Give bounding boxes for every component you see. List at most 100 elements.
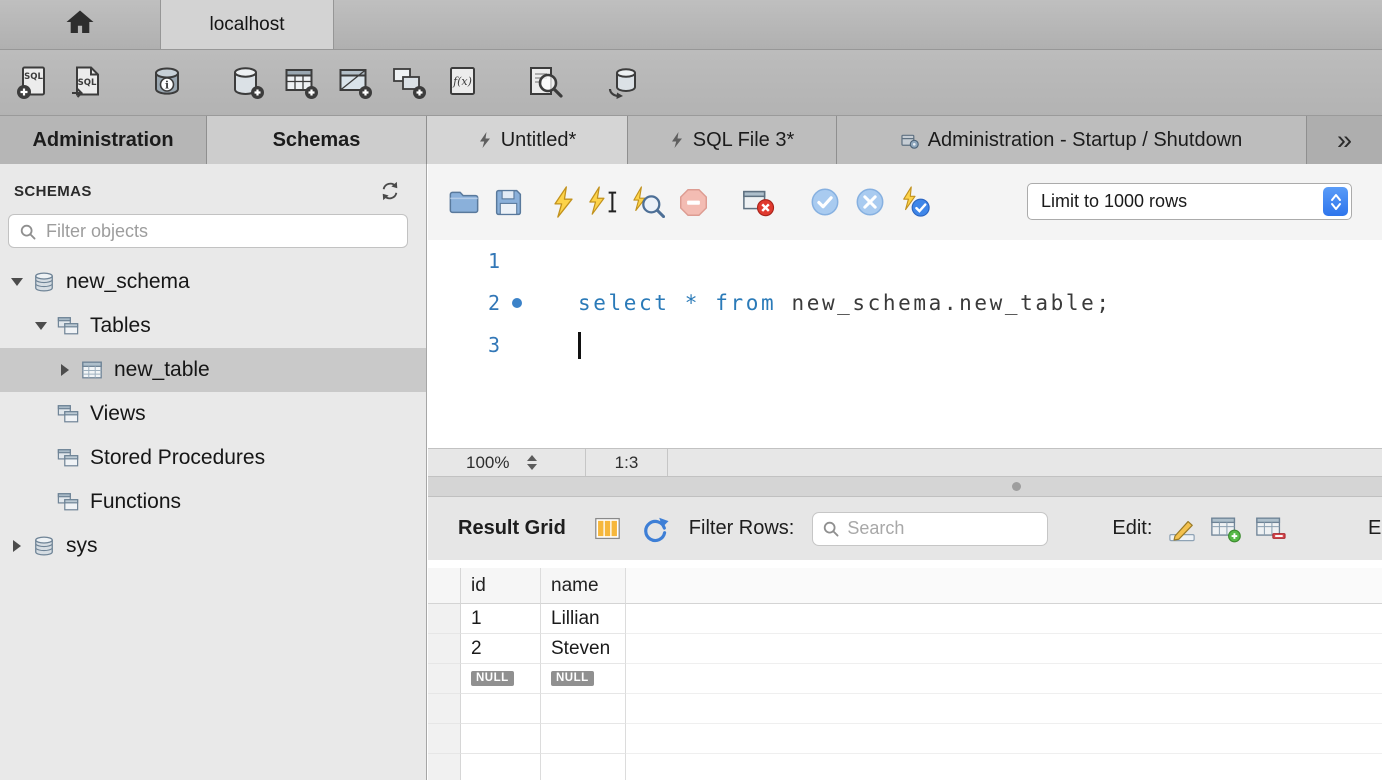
- search-data-button[interactable]: [522, 58, 568, 108]
- empty-cell[interactable]: [541, 724, 626, 754]
- cell-name[interactable]: NULL: [541, 664, 626, 694]
- refresh-results-button[interactable]: [641, 515, 669, 543]
- empty-cell[interactable]: [461, 754, 541, 780]
- tree-item-new_table[interactable]: new_table: [0, 348, 426, 392]
- editor-tab-1[interactable]: Untitled*: [427, 116, 628, 164]
- tree-item-label: Views: [90, 402, 146, 425]
- row-gutter-header[interactable]: [428, 568, 461, 604]
- sidebar-tab-schemas[interactable]: Schemas: [207, 116, 427, 164]
- tree-item-Tables[interactable]: Tables: [0, 304, 426, 348]
- cell-name[interactable]: Lillian: [541, 604, 626, 634]
- filter-rows-input[interactable]: [812, 511, 1049, 546]
- code-line-2[interactable]: 2 select * from new_schema. new_table;: [428, 282, 1382, 324]
- editor-tab-3[interactable]: Administration - Startup / Shutdown: [837, 116, 1307, 164]
- sql-code-editor[interactable]: 1 2 select * from new_schema. new_table; 3: [428, 240, 1382, 448]
- export-label-truncated: E: [1368, 517, 1382, 539]
- limit-rows-value: Limit to 1000 rows: [1041, 191, 1188, 211]
- new-sql-tab-button[interactable]: SQL: [10, 58, 56, 108]
- collapse-arrow-icon[interactable]: [8, 278, 26, 286]
- views-icon: [56, 403, 82, 425]
- explain-button[interactable]: [631, 186, 665, 218]
- commit-button[interactable]: [809, 186, 841, 218]
- schema-inspector-button[interactable]: i: [144, 58, 190, 108]
- line-number: 2: [487, 291, 500, 315]
- collapse-arrow-icon[interactable]: [32, 322, 50, 330]
- row-gutter[interactable]: [428, 634, 461, 664]
- delete-row-icon: [1256, 517, 1286, 539]
- filter-objects-input[interactable]: [8, 214, 408, 248]
- cell-id[interactable]: 1: [461, 604, 541, 634]
- column-header-name[interactable]: name: [541, 568, 626, 604]
- refresh-schemas-icon[interactable]: [380, 181, 400, 201]
- tree-item-label: sys: [66, 534, 98, 557]
- svg-text:SQL: SQL: [24, 72, 43, 82]
- home-tab[interactable]: [0, 0, 160, 49]
- zoom-level: 100%: [466, 452, 510, 472]
- create-table-button[interactable]: [278, 58, 324, 108]
- tree-item-Functions[interactable]: Functions: [0, 480, 426, 524]
- editor-tab-2[interactable]: SQL File 3*: [628, 116, 837, 164]
- cell-id[interactable]: NULL: [461, 664, 541, 694]
- sidebar-tab-label: Schemas: [272, 128, 361, 151]
- grid-row: 2 Steven: [428, 634, 1382, 664]
- empty-cell[interactable]: [541, 694, 626, 724]
- statement-marker: [500, 298, 534, 308]
- editor-tabbar: Untitled* SQL File 3* Administration - Sta…: [427, 116, 1307, 164]
- limit-rows-dropdown[interactable]: Limit to 1000 rows: [1027, 183, 1352, 220]
- cursor-position: 1:3: [586, 449, 668, 476]
- open-script-button[interactable]: [448, 186, 480, 218]
- row-gutter[interactable]: [428, 754, 461, 780]
- result-grid-toolbar: Result Grid Filter Rows: Edit: E: [428, 497, 1382, 560]
- column-header-id[interactable]: id: [461, 568, 541, 604]
- schema-icon: [32, 271, 58, 293]
- cell-name[interactable]: Steven: [541, 634, 626, 664]
- code-line-1[interactable]: 1: [428, 240, 1382, 282]
- create-function-button[interactable]: f(x): [440, 58, 486, 108]
- sidebar-tab-administration[interactable]: Administration: [0, 116, 207, 164]
- tree-item-Stored Procedures[interactable]: Stored Procedures: [0, 436, 426, 480]
- empty-cell[interactable]: [541, 754, 626, 780]
- cell-id[interactable]: 2: [461, 634, 541, 664]
- grid-empty-row: [428, 694, 1382, 724]
- sql-editor-toolbar: Limit to 1000 rows: [428, 164, 1382, 240]
- expand-arrow-icon[interactable]: [8, 540, 26, 552]
- toggle-columns-button[interactable]: [594, 515, 621, 542]
- empty-cell[interactable]: [461, 724, 541, 754]
- tree-item-sys[interactable]: sys: [0, 524, 426, 568]
- row-gutter[interactable]: [428, 664, 461, 694]
- stop-on-error-toggle[interactable]: [741, 186, 775, 218]
- row-gutter[interactable]: [428, 604, 461, 634]
- splitter-handle-icon: [1012, 482, 1021, 491]
- tree-item-new_schema[interactable]: new_schema: [0, 260, 426, 304]
- create-procedure-button[interactable]: [386, 58, 432, 108]
- rollback-button[interactable]: [854, 186, 886, 218]
- schema-tree: new_schema Tables new_table Views Stored Pro…: [0, 260, 426, 568]
- edit-record-button[interactable]: [1168, 515, 1196, 543]
- row-gutter[interactable]: [428, 694, 461, 724]
- zoom-stepper[interactable]: [527, 455, 538, 470]
- execute-current-button[interactable]: [588, 186, 618, 218]
- row-gutter[interactable]: [428, 724, 461, 754]
- execute-button[interactable]: [552, 186, 575, 218]
- autocommit-toggle[interactable]: [899, 186, 931, 218]
- null-badge: NULL: [551, 671, 594, 686]
- connection-tab[interactable]: localhost: [160, 0, 334, 49]
- grid-empty-row: [428, 754, 1382, 780]
- create-procedure-icon: [391, 65, 427, 101]
- create-schema-button[interactable]: [224, 58, 270, 108]
- create-view-button[interactable]: [332, 58, 378, 108]
- save-script-button[interactable]: [493, 187, 524, 218]
- open-sql-script-button[interactable]: SQL: [64, 58, 110, 108]
- reconnect-dbms-button[interactable]: [602, 58, 648, 108]
- tree-item-Views[interactable]: Views: [0, 392, 426, 436]
- pane-splitter[interactable]: [428, 477, 1382, 497]
- expand-arrow-icon[interactable]: [56, 364, 74, 376]
- tab-overflow-button[interactable]: »: [1307, 116, 1382, 164]
- functions-icon: [56, 491, 82, 513]
- delete-row-button[interactable]: [1255, 514, 1286, 543]
- stop-button[interactable]: [678, 187, 709, 218]
- code-line-3[interactable]: 3: [428, 324, 1382, 366]
- empty-cell[interactable]: [461, 694, 541, 724]
- refresh-icon: [643, 517, 669, 542]
- insert-row-button[interactable]: [1210, 514, 1242, 543]
